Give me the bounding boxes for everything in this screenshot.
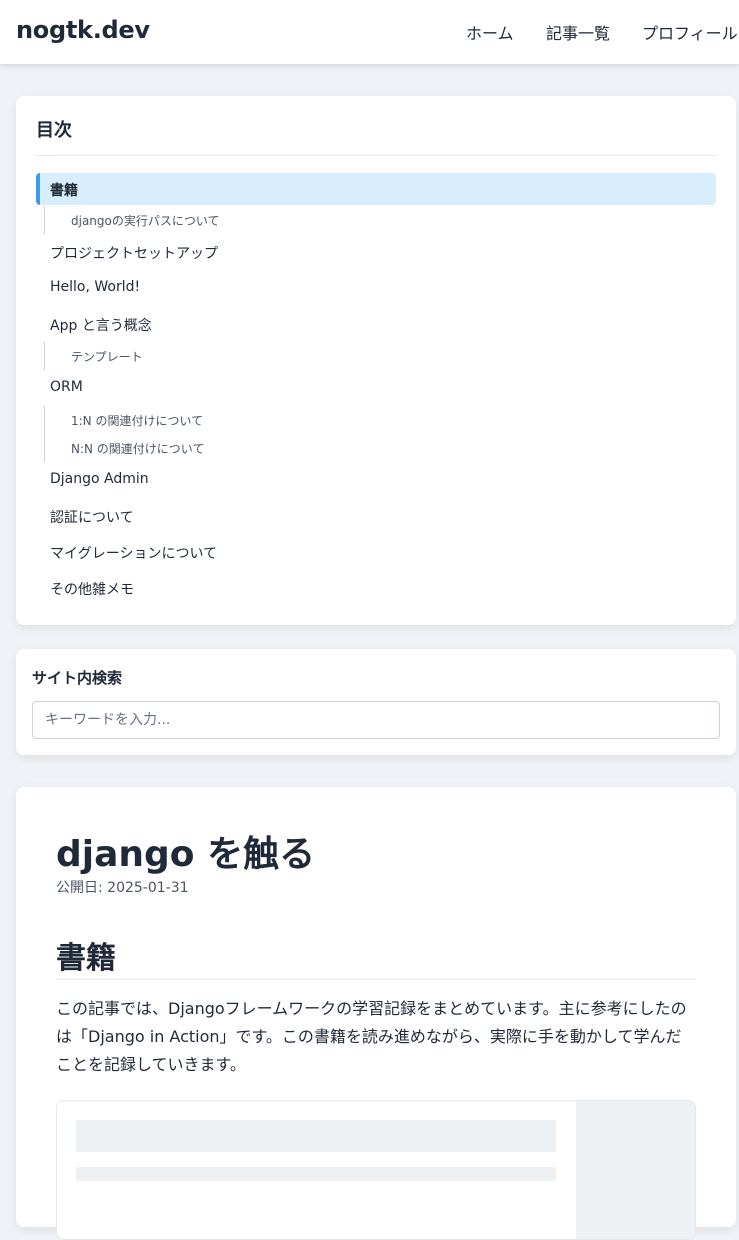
toc-item-label: Django Admin — [50, 471, 149, 487]
toc-item-misc-notes[interactable]: その他雑メモ — [36, 572, 716, 604]
publish-date: 公開日: 2025-01-31 — [56, 880, 189, 896]
nav-home[interactable]: ホーム — [466, 20, 514, 44]
link-card-placeholder[interactable] — [56, 1100, 696, 1240]
toc-item-label: プロジェクトセットアップ — [50, 246, 218, 262]
article-card: django を触る 公開日: 2025-01-31 書籍 この記事では、Dja… — [16, 787, 736, 1240]
article-paragraph: この記事では、Djangoフレームワークの学習記録をまとめています。主に参考にし… — [56, 999, 687, 1074]
toc-item-label: マイグレーションについて — [50, 546, 218, 562]
toc-item-label: 書籍 — [50, 183, 78, 199]
toc-item-orm[interactable]: ORM — [36, 372, 716, 404]
nav-profile[interactable]: プロフィール — [642, 20, 738, 44]
toc-item-app-concept[interactable]: App と言う概念 — [36, 308, 716, 340]
toc-subitem-exec-path[interactable]: djangoの実行パスについて — [44, 206, 704, 234]
toc-item-label: 認証について — [50, 510, 134, 526]
toc-item-label: App と言う概念 — [50, 318, 152, 334]
toc-subitem-label: 1:N の関連付けについて — [71, 414, 204, 428]
toc-item-label: その他雑メモ — [50, 582, 134, 598]
toc-subitem-label: N:N の関連付けについて — [71, 442, 205, 456]
toc-card: 目次 書籍 djangoの実行パスについて プロジェクトセットアップ Hello… — [16, 96, 736, 625]
site-logo[interactable]: nogtk.dev — [16, 16, 150, 44]
section-divider — [56, 979, 696, 980]
toc-item-hello-world[interactable]: Hello, World! — [36, 272, 716, 304]
toc-item-auth[interactable]: 認証について — [36, 500, 716, 532]
nav-articles[interactable]: 記事一覧 — [546, 20, 610, 44]
search-title: サイト内検索 — [32, 669, 123, 687]
toc-divider — [36, 155, 716, 156]
toc-title: 目次 — [36, 120, 72, 141]
toc-subitem-many-to-many[interactable]: N:N の関連付けについて — [44, 434, 704, 462]
toc-item-django-admin[interactable]: Django Admin — [36, 464, 716, 496]
toc-subitem-label: テンプレート — [71, 350, 143, 364]
toc-subitem-one-to-many[interactable]: 1:N の関連付けについて — [44, 406, 704, 434]
toc-item-project-setup[interactable]: プロジェクトセットアップ — [36, 236, 716, 268]
site-header: nogtk.dev ホーム 記事一覧 プロフィール — [0, 0, 739, 64]
link-card-text-skeleton — [76, 1167, 556, 1181]
search-card: サイト内検索 — [16, 649, 736, 755]
search-input[interactable] — [32, 701, 720, 739]
toc-subitem-template[interactable]: テンプレート — [44, 342, 704, 370]
toc-item-books[interactable]: 書籍 — [36, 173, 716, 205]
toc-item-migration[interactable]: マイグレーションについて — [36, 536, 716, 568]
link-card-title-skeleton — [76, 1120, 556, 1152]
link-card-thumbnail-skeleton — [576, 1101, 695, 1239]
toc-subitem-label: djangoの実行パスについて — [71, 214, 220, 228]
section-heading-books: 書籍 — [56, 941, 116, 976]
toc-item-label: Hello, World! — [50, 279, 141, 295]
toc-item-label: ORM — [50, 379, 83, 395]
article-title: django を触る — [56, 834, 316, 875]
